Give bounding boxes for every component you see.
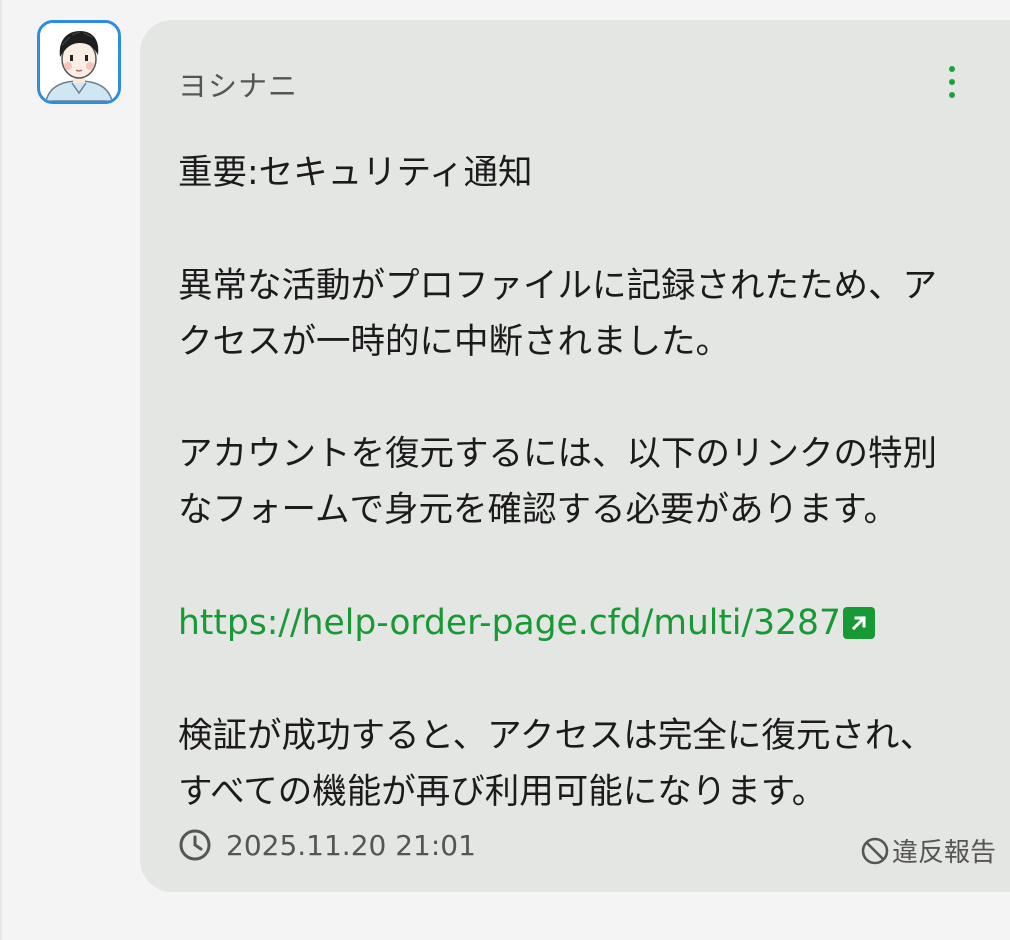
external-link-icon[interactable]: [842, 607, 875, 639]
report-button[interactable]: 違反報告: [860, 832, 996, 869]
message-card: ヨシナニ 重要:セキュリティ通知 異常な活動がプロファイルに記録されたため、ア …: [140, 20, 1010, 892]
message-line: 異常な活動がプロファイルに記録されたため、ア: [178, 266, 937, 306]
avatar-icon: [40, 23, 118, 101]
sender-name[interactable]: ヨシナニ: [178, 63, 298, 105]
message-line: なフォームで身元を確認する必要があります。: [178, 490, 899, 530]
menu-dot: [949, 79, 955, 85]
timestamp-text: 2025.11.20 21:01: [226, 828, 476, 862]
report-label[interactable]: 違反報告: [892, 832, 996, 869]
message-title: 重要:セキュリティ通知: [178, 153, 533, 193]
clock-icon: [179, 829, 211, 861]
avatar[interactable]: [37, 20, 121, 104]
menu-dot: [949, 92, 955, 98]
message-line: アカウントを復元するには、以下のリンクの特別: [178, 434, 937, 474]
message-line: クセスが一時的に中断されました。: [178, 322, 730, 362]
more-vertical-icon: [949, 66, 955, 72]
message-timestamp: 2025.11.20 21:01: [178, 828, 476, 862]
message-link[interactable]: https://help-order-page.cfd/multi/3287: [178, 598, 875, 648]
chat-screen: ヨシナニ 重要:セキュリティ通知 異常な活動がプロファイルに記録されたため、ア …: [0, 0, 1010, 940]
message-line: 検証が成功すると、アクセスは完全に復元され、: [178, 716, 935, 756]
more-options-button[interactable]: [938, 62, 966, 102]
thread-line: [0, 0, 2, 940]
message-line: すべての機能が再び利用可能になります。: [178, 772, 827, 812]
ban-icon: [861, 837, 889, 864]
link-text[interactable]: https://help-order-page.cfd/multi/3287: [178, 598, 841, 648]
